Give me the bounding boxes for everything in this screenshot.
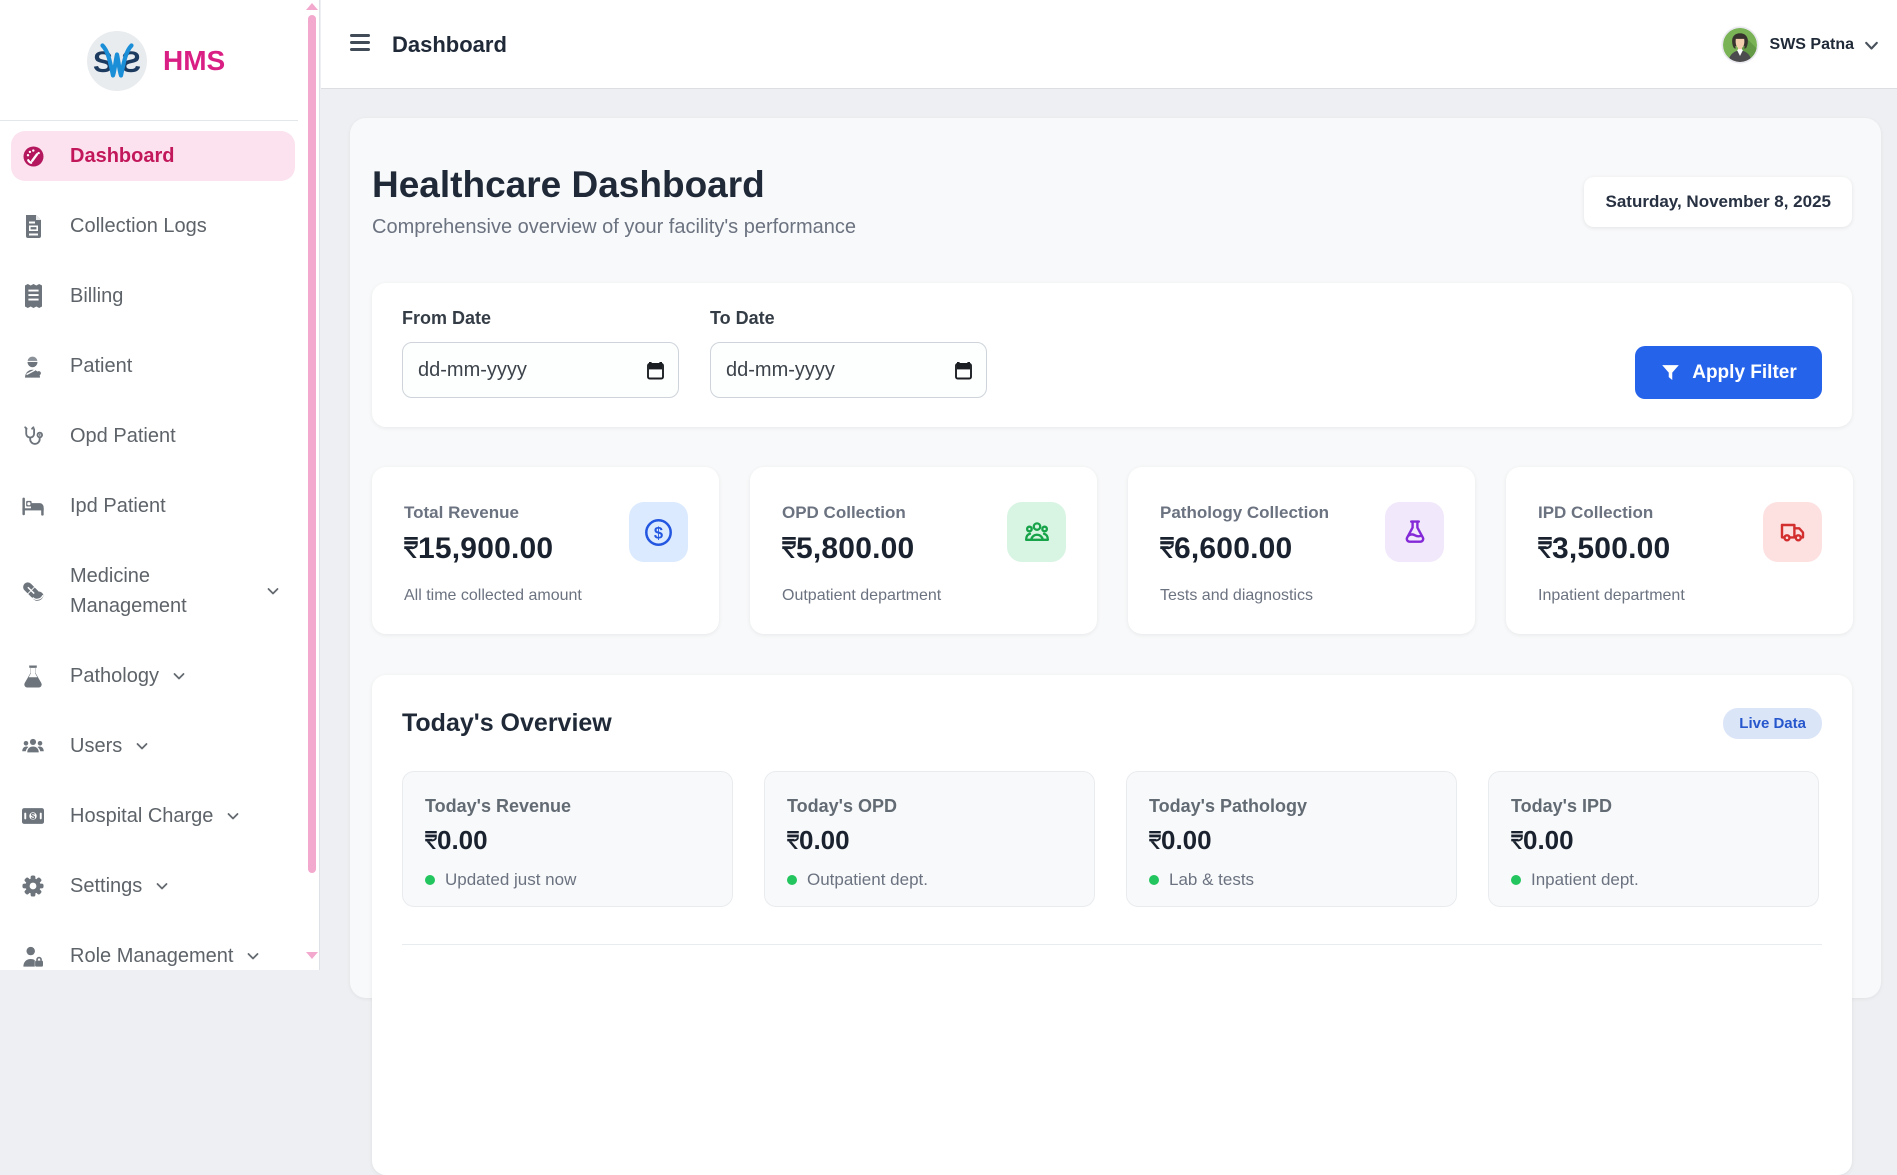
svg-text:$: $ [654,524,663,542]
svg-text:$: $ [31,812,36,821]
